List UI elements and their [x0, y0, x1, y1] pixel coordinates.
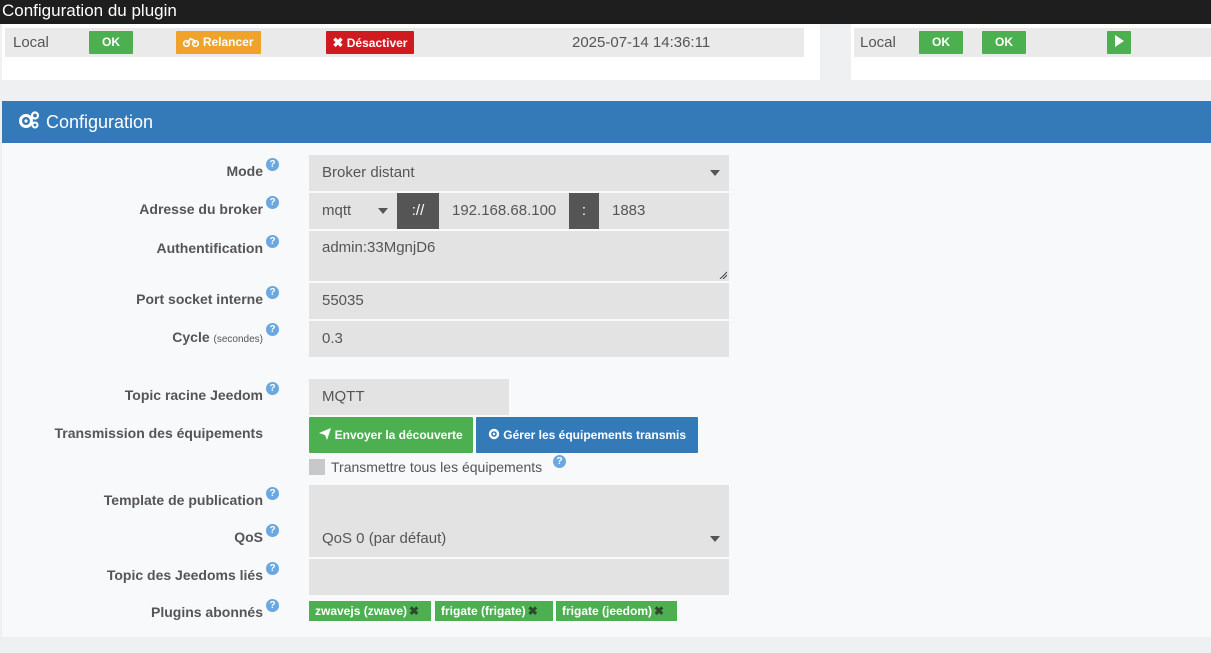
authentication-value: admin:33MgnjD6 — [322, 239, 436, 256]
qos-select[interactable]: QoS 0 (par défaut) — [309, 521, 729, 557]
configuration-card: Configuration Mode ? Broker distant Adre… — [2, 101, 1211, 637]
cogs-icon — [18, 110, 46, 134]
configuration-header: Configuration — [2, 101, 1211, 143]
daemon-status-badge-2: OK — [982, 31, 1026, 54]
daemon-location: Local — [13, 34, 49, 51]
socket-port-input[interactable]: 55035 — [309, 283, 729, 319]
last-launch-timestamp: 2025-07-14 14:36:11 — [572, 34, 711, 51]
plugin-tag-label: frigate (jeedom) — [562, 604, 653, 618]
send-discovery-label: Envoyer la découverte — [334, 428, 463, 442]
transmission-label: Transmission des équipements — [54, 425, 263, 441]
template-input[interactable] — [309, 485, 729, 521]
protocol-separator: :// — [397, 193, 439, 229]
configuration-title: Configuration — [46, 111, 154, 132]
mode-help-icon[interactable]: ? — [266, 158, 279, 171]
plugin-config-title: Configuration du plugin — [0, 0, 1211, 24]
broker-help-icon[interactable]: ? — [266, 196, 279, 209]
port-separator: : — [569, 193, 599, 229]
socket-port-label: Port socket interne — [136, 291, 263, 307]
status-row-left: Local OK Relancer ✖ Désactiver 2025-07-1… — [5, 28, 804, 57]
root-topic-input[interactable]: MQTT — [309, 379, 509, 415]
send-discovery-button[interactable]: Envoyer la découverte — [309, 417, 473, 453]
disable-button[interactable]: ✖ Désactiver — [326, 31, 414, 54]
qos-label: QoS — [234, 529, 263, 545]
linked-topic-help-icon[interactable]: ? — [266, 562, 279, 575]
protocol-value: mqtt — [322, 202, 352, 219]
status-panel-right: Local OK OK — [851, 24, 1211, 80]
root-topic-help-icon[interactable]: ? — [266, 382, 279, 395]
protocol-select[interactable]: mqtt — [309, 193, 397, 229]
transmit-all-help-icon[interactable]: ? — [553, 455, 566, 468]
linked-topic-label: Topic des Jeedoms liés — [106, 567, 263, 583]
plugin-tag-label: zwavejs (zwave) — [315, 604, 408, 618]
template-label: Template de publication — [103, 492, 263, 508]
play-icon — [1114, 35, 1124, 49]
dependency-status-badge: OK — [919, 31, 963, 54]
qos-help-icon[interactable]: ? — [266, 524, 279, 537]
cycle-unit: (secondes) — [213, 334, 263, 345]
plugin-tag-label: frigate (frigate) — [441, 604, 526, 618]
restart-label: Relancer — [202, 35, 254, 49]
transmit-all-label: Transmettre tous les équipements — [331, 459, 543, 475]
mode-value: Broker distant — [322, 164, 415, 181]
root-topic-label: Topic racine Jeedom — [124, 387, 263, 403]
broker-address-label: Adresse du broker — [139, 201, 263, 217]
cycle-help-icon[interactable]: ? — [266, 323, 279, 336]
remove-tag-icon[interactable]: ✖ — [654, 604, 664, 618]
template-help-icon[interactable]: ? — [266, 487, 279, 500]
daemon-status-badge: OK — [89, 31, 133, 54]
mode-select[interactable]: Broker distant — [309, 155, 729, 191]
mode-label: Mode — [226, 163, 263, 179]
cycle-label-text: Cycle — [172, 329, 210, 345]
status-panel-left: Local OK Relancer ✖ Désactiver 2025-07-1… — [2, 24, 820, 80]
status-row-right: Local OK OK — [854, 28, 1211, 57]
times-icon: ✖ — [332, 35, 344, 50]
resize-handle-icon[interactable] — [719, 271, 727, 279]
manage-equipment-button[interactable]: Gérer les équipements transmis — [476, 417, 698, 453]
chevron-down-icon — [710, 170, 720, 176]
plugin-tag: zwavejs (zwave) ✖ — [309, 601, 431, 621]
remove-tag-icon[interactable]: ✖ — [528, 604, 538, 618]
authentication-textarea[interactable]: admin:33MgnjD6 — [309, 231, 729, 281]
restart-button[interactable]: Relancer — [176, 31, 261, 54]
dependency-location: Local — [860, 34, 896, 51]
start-button[interactable] — [1107, 31, 1131, 54]
plugins-help-icon[interactable]: ? — [266, 599, 279, 612]
cycle-input[interactable]: 0.3 — [309, 321, 729, 357]
authentication-label: Authentification — [156, 240, 263, 256]
transmit-all-checkbox[interactable] — [309, 459, 325, 475]
cycle-label: Cycle (secondes) — [172, 329, 263, 345]
plugins-label: Plugins abonnés — [150, 604, 263, 620]
plugin-tag: frigate (jeedom) ✖ — [556, 601, 677, 621]
chevron-down-icon — [378, 208, 388, 214]
qos-value: QoS 0 (par défaut) — [322, 530, 447, 547]
disable-label: Désactiver — [346, 36, 408, 50]
remove-tag-icon[interactable]: ✖ — [409, 604, 419, 618]
manage-equipment-label: Gérer les équipements transmis — [503, 428, 687, 442]
auth-help-icon[interactable]: ? — [266, 235, 279, 248]
gear-icon — [488, 428, 503, 442]
broker-host-input[interactable]: 192.168.68.100 — [439, 193, 569, 229]
broker-port-input[interactable]: 1883 — [599, 193, 729, 229]
socket-help-icon[interactable]: ? — [266, 286, 279, 299]
plugin-tag: frigate (frigate) ✖ — [435, 601, 553, 621]
linked-topic-input[interactable] — [309, 559, 729, 595]
chevron-down-icon — [710, 536, 720, 542]
motorcycle-icon — [183, 35, 202, 49]
paper-plane-icon — [319, 428, 334, 442]
